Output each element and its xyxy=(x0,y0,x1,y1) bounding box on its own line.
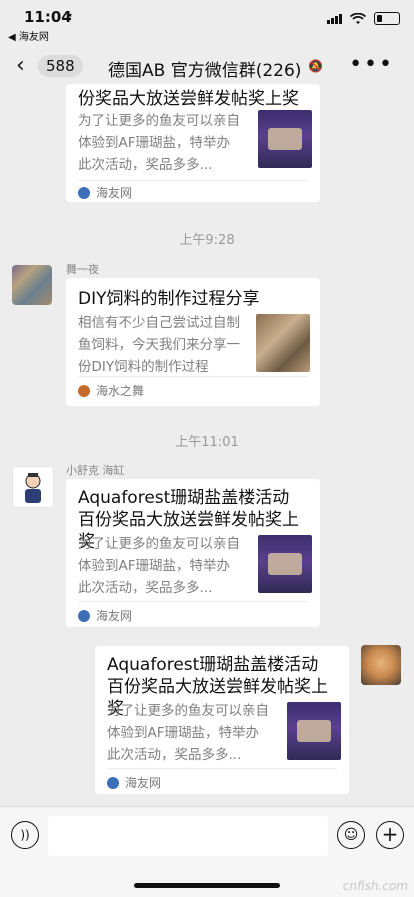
voice-icon[interactable]: )) xyxy=(11,821,39,849)
card-title: DIY饲料的制作过程分享 xyxy=(78,289,260,309)
input-bar: )) ☺ + cnfish.com xyxy=(0,806,414,897)
card-thumbnail xyxy=(256,314,310,372)
avatar[interactable] xyxy=(12,265,52,305)
sender-name: 小舒克 海缸 xyxy=(66,464,125,477)
card-source: 海水之舞 xyxy=(78,382,144,399)
wifi-icon xyxy=(350,12,366,24)
back-to-app-link[interactable]: ◀ 海友网 xyxy=(8,28,49,43)
link-card[interactable]: 份奖品大放送尝鲜发帖奖上奖 为了让更多的鱼友可以亲自体验到AF珊瑚盐，特举办此次… xyxy=(66,84,320,202)
chat-title: 德国AB 官方微信群(226) xyxy=(108,61,302,81)
back-chevron-icon[interactable]: ‹ xyxy=(16,54,25,78)
message-timestamp: 上午11:01 xyxy=(175,435,239,450)
sender-name: 舞一夜 xyxy=(66,263,99,276)
card-description: 为了让更多的鱼友可以亲自体验到AF珊瑚盐，特举办此次活动，奖品多多... xyxy=(107,703,269,763)
emoji-icon[interactable]: ☺ xyxy=(337,821,365,849)
avatar[interactable] xyxy=(361,645,401,685)
card-description: 为了让更多的鱼友可以亲自体验到AF珊瑚盐，特举办此次活动，奖品多多... xyxy=(78,536,240,596)
battery-icon xyxy=(374,12,400,25)
card-source: 海友网 xyxy=(78,184,132,201)
signal-icon xyxy=(327,13,342,24)
location-arrow-icon: ➚ xyxy=(64,10,74,23)
status-icons xyxy=(327,12,400,25)
card-thumbnail xyxy=(258,110,312,168)
unread-count-button[interactable]: 588 xyxy=(38,55,83,77)
source-icon xyxy=(78,609,90,622)
link-card[interactable]: DIY饲料的制作过程分享 相信有不少自己尝试过自制鱼饲料，今天我们来分享一份DI… xyxy=(66,278,320,406)
card-divider xyxy=(107,768,337,769)
watermark: cnfish.com xyxy=(342,879,408,893)
card-divider xyxy=(78,376,308,377)
card-source: 海友网 xyxy=(78,607,132,624)
card-thumbnail xyxy=(287,702,341,760)
card-description: 为了让更多的鱼友可以亲自体验到AF珊瑚盐，特举办此次活动，奖品多多... xyxy=(78,113,240,173)
status-bar: 11:04 ➚ ◀ 海友网 xyxy=(0,0,414,44)
avatar[interactable] xyxy=(12,466,54,508)
source-name: 海水之舞 xyxy=(96,384,145,398)
link-card[interactable]: Aquaforest珊瑚盐盖楼活动 百份奖品大放送尝鲜发帖奖上奖 为了让更多的鱼… xyxy=(66,479,320,627)
source-name: 海友网 xyxy=(96,186,133,200)
mute-icon: 🔕 xyxy=(308,59,323,73)
message-input[interactable] xyxy=(48,816,328,856)
plus-icon[interactable]: + xyxy=(376,821,404,849)
home-indicator xyxy=(134,883,280,888)
link-card[interactable]: Aquaforest珊瑚盐盖楼活动 百份奖品大放送尝鲜发帖奖上奖 为了让更多的鱼… xyxy=(95,646,349,794)
card-source: 海友网 xyxy=(107,774,161,791)
source-icon xyxy=(78,384,90,397)
source-icon xyxy=(78,186,90,199)
card-description: 相信有不少自己尝试过自制鱼饲料，今天我们来分享一份DIY饲料的制作过程 xyxy=(78,315,240,375)
source-icon xyxy=(107,776,119,789)
card-thumbnail xyxy=(258,535,312,593)
more-options-button[interactable]: ••• xyxy=(349,52,394,77)
card-divider xyxy=(78,180,308,181)
source-name: 海友网 xyxy=(125,776,162,790)
message-timestamp: 上午9:28 xyxy=(179,233,235,248)
source-name: 海友网 xyxy=(96,609,133,623)
card-divider xyxy=(78,601,308,602)
card-title: 份奖品大放送尝鲜发帖奖上奖 xyxy=(78,89,299,109)
